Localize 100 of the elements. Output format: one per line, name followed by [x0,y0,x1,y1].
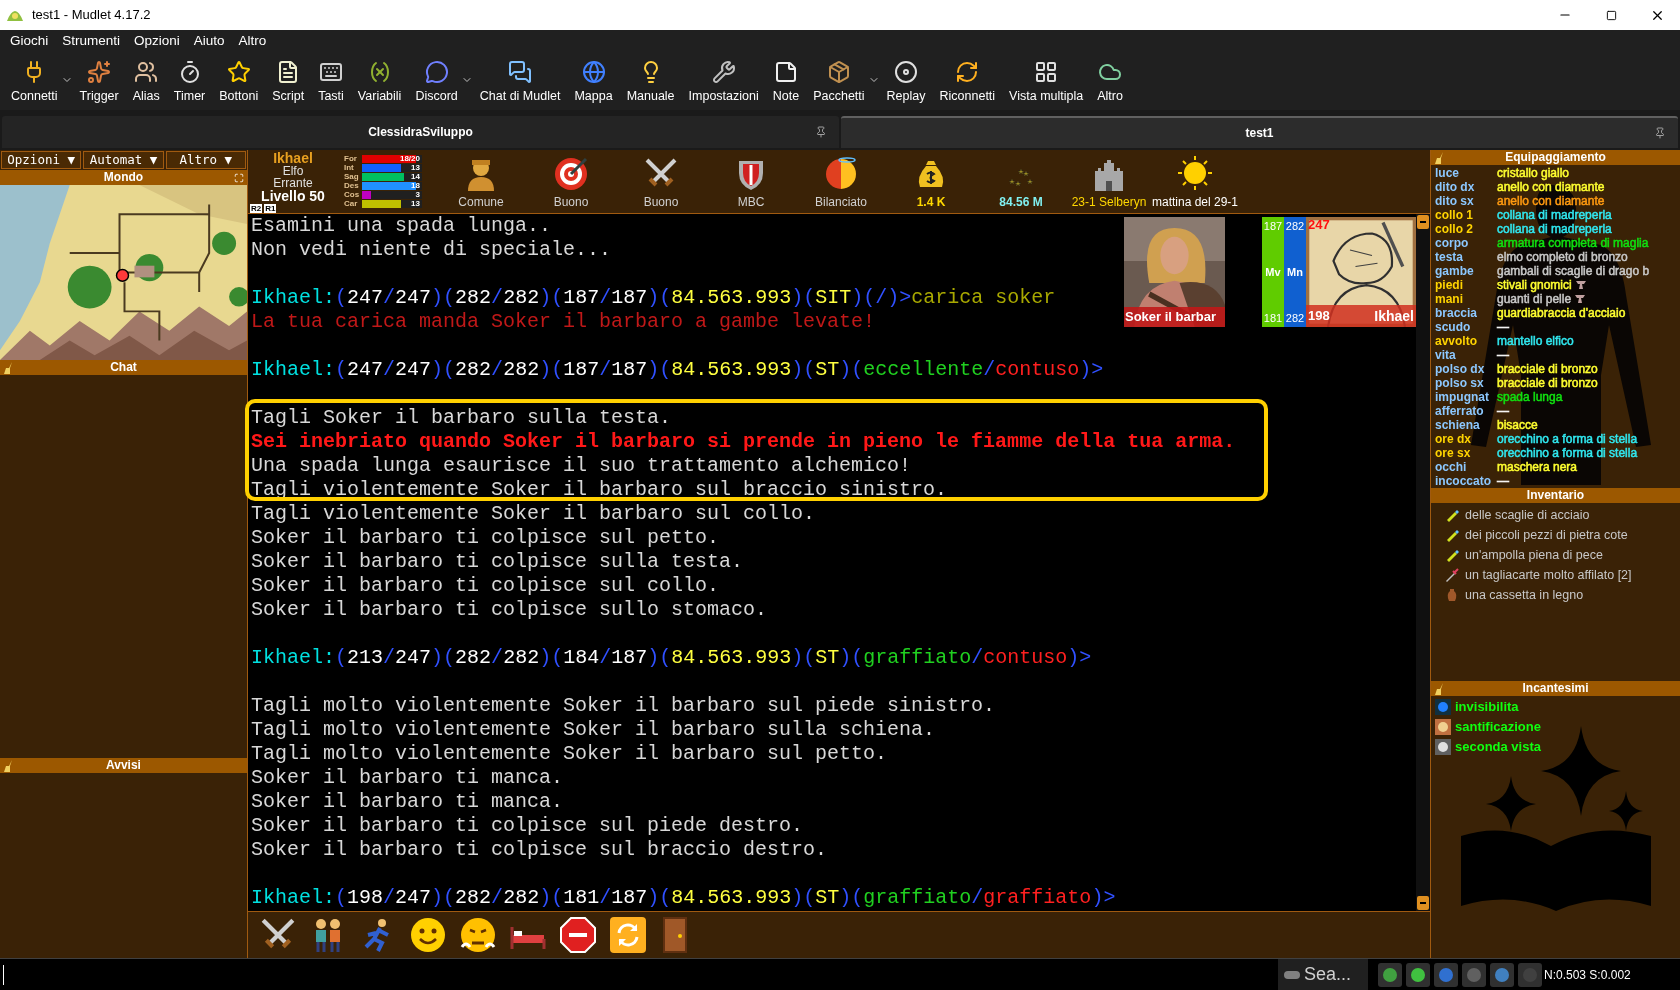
character-name: Ikhael [273,150,313,165]
console-line: Tagli molto violentemente Soker il barbaro sul petto. [251,742,888,766]
panel-menu-button[interactable]: Altro ▼ [165,151,246,169]
session-tab[interactable]: ClessidraSviluppo [2,116,839,148]
status-readout: N:0.503 S:0.002 [1544,966,1631,984]
tray-icon[interactable] [1406,962,1430,987]
console-line: Soker il barbaro ti manca. [251,790,564,814]
inventory-item[interactable]: un tagliacarte molto affilato [2] [1465,565,1632,585]
menu-item[interactable]: Aiuto [187,31,231,51]
character-race: Elfo [282,164,304,177]
toolbar-button[interactable]: Altro [1090,57,1130,105]
inventory-item[interactable]: una cassetta in legno [1465,585,1584,605]
status-label: MBC [737,194,765,211]
menu-item[interactable]: Opzioni [128,31,186,51]
equipment-item: spada lunga [1497,390,1563,404]
steaming-face-icon[interactable] [460,917,496,953]
toolbar-icon [581,59,606,84]
search-field[interactable]: Sea... [1278,959,1368,990]
character-class: Errante [273,176,313,189]
status-label: 84.56 M [999,194,1043,211]
toolbar-button[interactable]: Tasti [311,57,351,105]
room-badge: R1 [264,203,277,213]
toolbar-button[interactable]: Script [265,57,312,105]
equipment-slot: impugnat [1435,390,1489,404]
equipment-slot: mani [1435,292,1463,306]
equipment-slot: schiena [1435,418,1480,432]
equipment-slot: dito dx [1435,180,1475,194]
menu-item[interactable]: Giochi [4,31,55,51]
equipment-slot: braccia [1435,306,1478,320]
toolbar-button[interactable]: Impostazioni [681,57,766,105]
equipment-item: guardiabraccia d'acciaio [1497,306,1626,320]
panel-title: Equipaggiamento [1505,150,1606,165]
toolbar-button[interactable]: Timer [166,57,213,105]
smiley-icon[interactable] [410,917,446,953]
toolbar-button[interactable]: Chat di Mudlet [472,57,568,105]
door-icon[interactable] [660,917,690,953]
tray-icon[interactable] [1490,962,1514,987]
toolbar-button[interactable]: Variabili [350,57,409,105]
equipment-item: orecchino a forma di stella [1497,446,1638,460]
equipment-slot: ore dx [1435,432,1471,446]
stat-value: 13 [411,164,420,172]
scroll-down-button[interactable] [1417,896,1429,910]
status-label: Bilanciato [815,194,867,211]
toolbar-button[interactable]: Alias [125,57,167,105]
toolbar-button[interactable]: Trigger [72,57,126,105]
console-line: Tagli violentemente Soker il barbaro sul collo. [251,502,816,526]
equipment-item: stivali gnomici [1497,278,1572,292]
toolbar-icon [226,59,251,84]
equipment-item: — [1497,348,1509,362]
toolbar-button[interactable]: Vista multipla [1002,57,1091,105]
toolbar-button[interactable]: Mappa [567,57,620,105]
spell-icon [1435,739,1451,755]
toolbar-button[interactable]: Riconnetti [932,57,1003,105]
pin-icon[interactable] [1654,127,1666,139]
target-icon [554,157,588,191]
expand-icon[interactable] [234,172,244,183]
console-line: Soker il barbaro ti colpisce sul collo. [251,574,720,598]
stat-label: Sag [344,173,360,181]
console-line: Soker il barbaro ti manca. [251,766,564,790]
stat-label: Des [344,182,360,190]
inventory-item[interactable]: dei piccoli pezzi di pietra cote [1465,525,1628,545]
vial-icon [1445,528,1459,542]
menu-item[interactable]: Strumenti [56,31,127,51]
scrollbar[interactable] [1416,214,1430,911]
tray-icon[interactable] [1378,962,1402,987]
panel-menu-button[interactable]: Automat ▼ [83,151,164,169]
inventory-item[interactable]: delle scaglie di acciaio [1465,505,1590,525]
spell-name: invisibilita [1455,698,1519,717]
pin-icon[interactable] [815,126,827,138]
equipment-item: guanti di pelle [1497,292,1572,306]
menu-item[interactable]: Altro [232,31,273,51]
console-line: Ikhael:(247/247)(282/282)(187/187)(84.563.993)(SIT)(/)>carica soker [251,286,1056,310]
inventory-item[interactable]: un'ampolla piena di pece [1465,545,1603,565]
spell-icon [1435,699,1451,715]
toolbar-button[interactable]: Bottoni [212,57,266,105]
toolbar-icon [87,59,112,84]
equipment-slot: piedi [1435,278,1463,292]
toolbar-button[interactable]: Replay [879,57,933,105]
toolbar-button[interactable]: Discord [408,57,465,105]
target-name: Soker il barbar [1124,307,1225,327]
toolbar-button[interactable]: Note [765,57,807,105]
equipment-item: elmo completo di bronzo [1497,250,1628,264]
stop-sign-icon[interactable] [560,917,596,953]
equipment-item: bisacce [1497,418,1538,432]
equipment-item: — [1497,404,1509,418]
session-tab[interactable]: test1 [841,116,1678,148]
equipment-slot: collo 2 [1435,222,1473,236]
toolbar-icon [773,59,798,84]
console-line: Soker il barbaro ti colpisce sullo stomaco. [251,598,768,622]
console-line: Esamini una spada lunga.. [251,214,552,238]
toolbar-button[interactable]: Manuale [619,57,682,105]
equipment-slot: polso sx [1435,376,1484,390]
console-line: Tagli molto violentemente Soker il barbaro sulla schiena. [251,718,936,742]
scroll-up-button[interactable] [1417,215,1429,229]
tray-icon[interactable] [1434,962,1458,987]
panel-menu-button[interactable]: Opzioni ▼ [1,151,82,169]
console-line: Soker il barbaro ti colpisce sul petto. [251,526,720,550]
anvil-icon [1574,280,1587,290]
toolbar-button[interactable]: Connetti [4,57,65,105]
toolbar-button[interactable]: Pacchetti [806,57,872,105]
